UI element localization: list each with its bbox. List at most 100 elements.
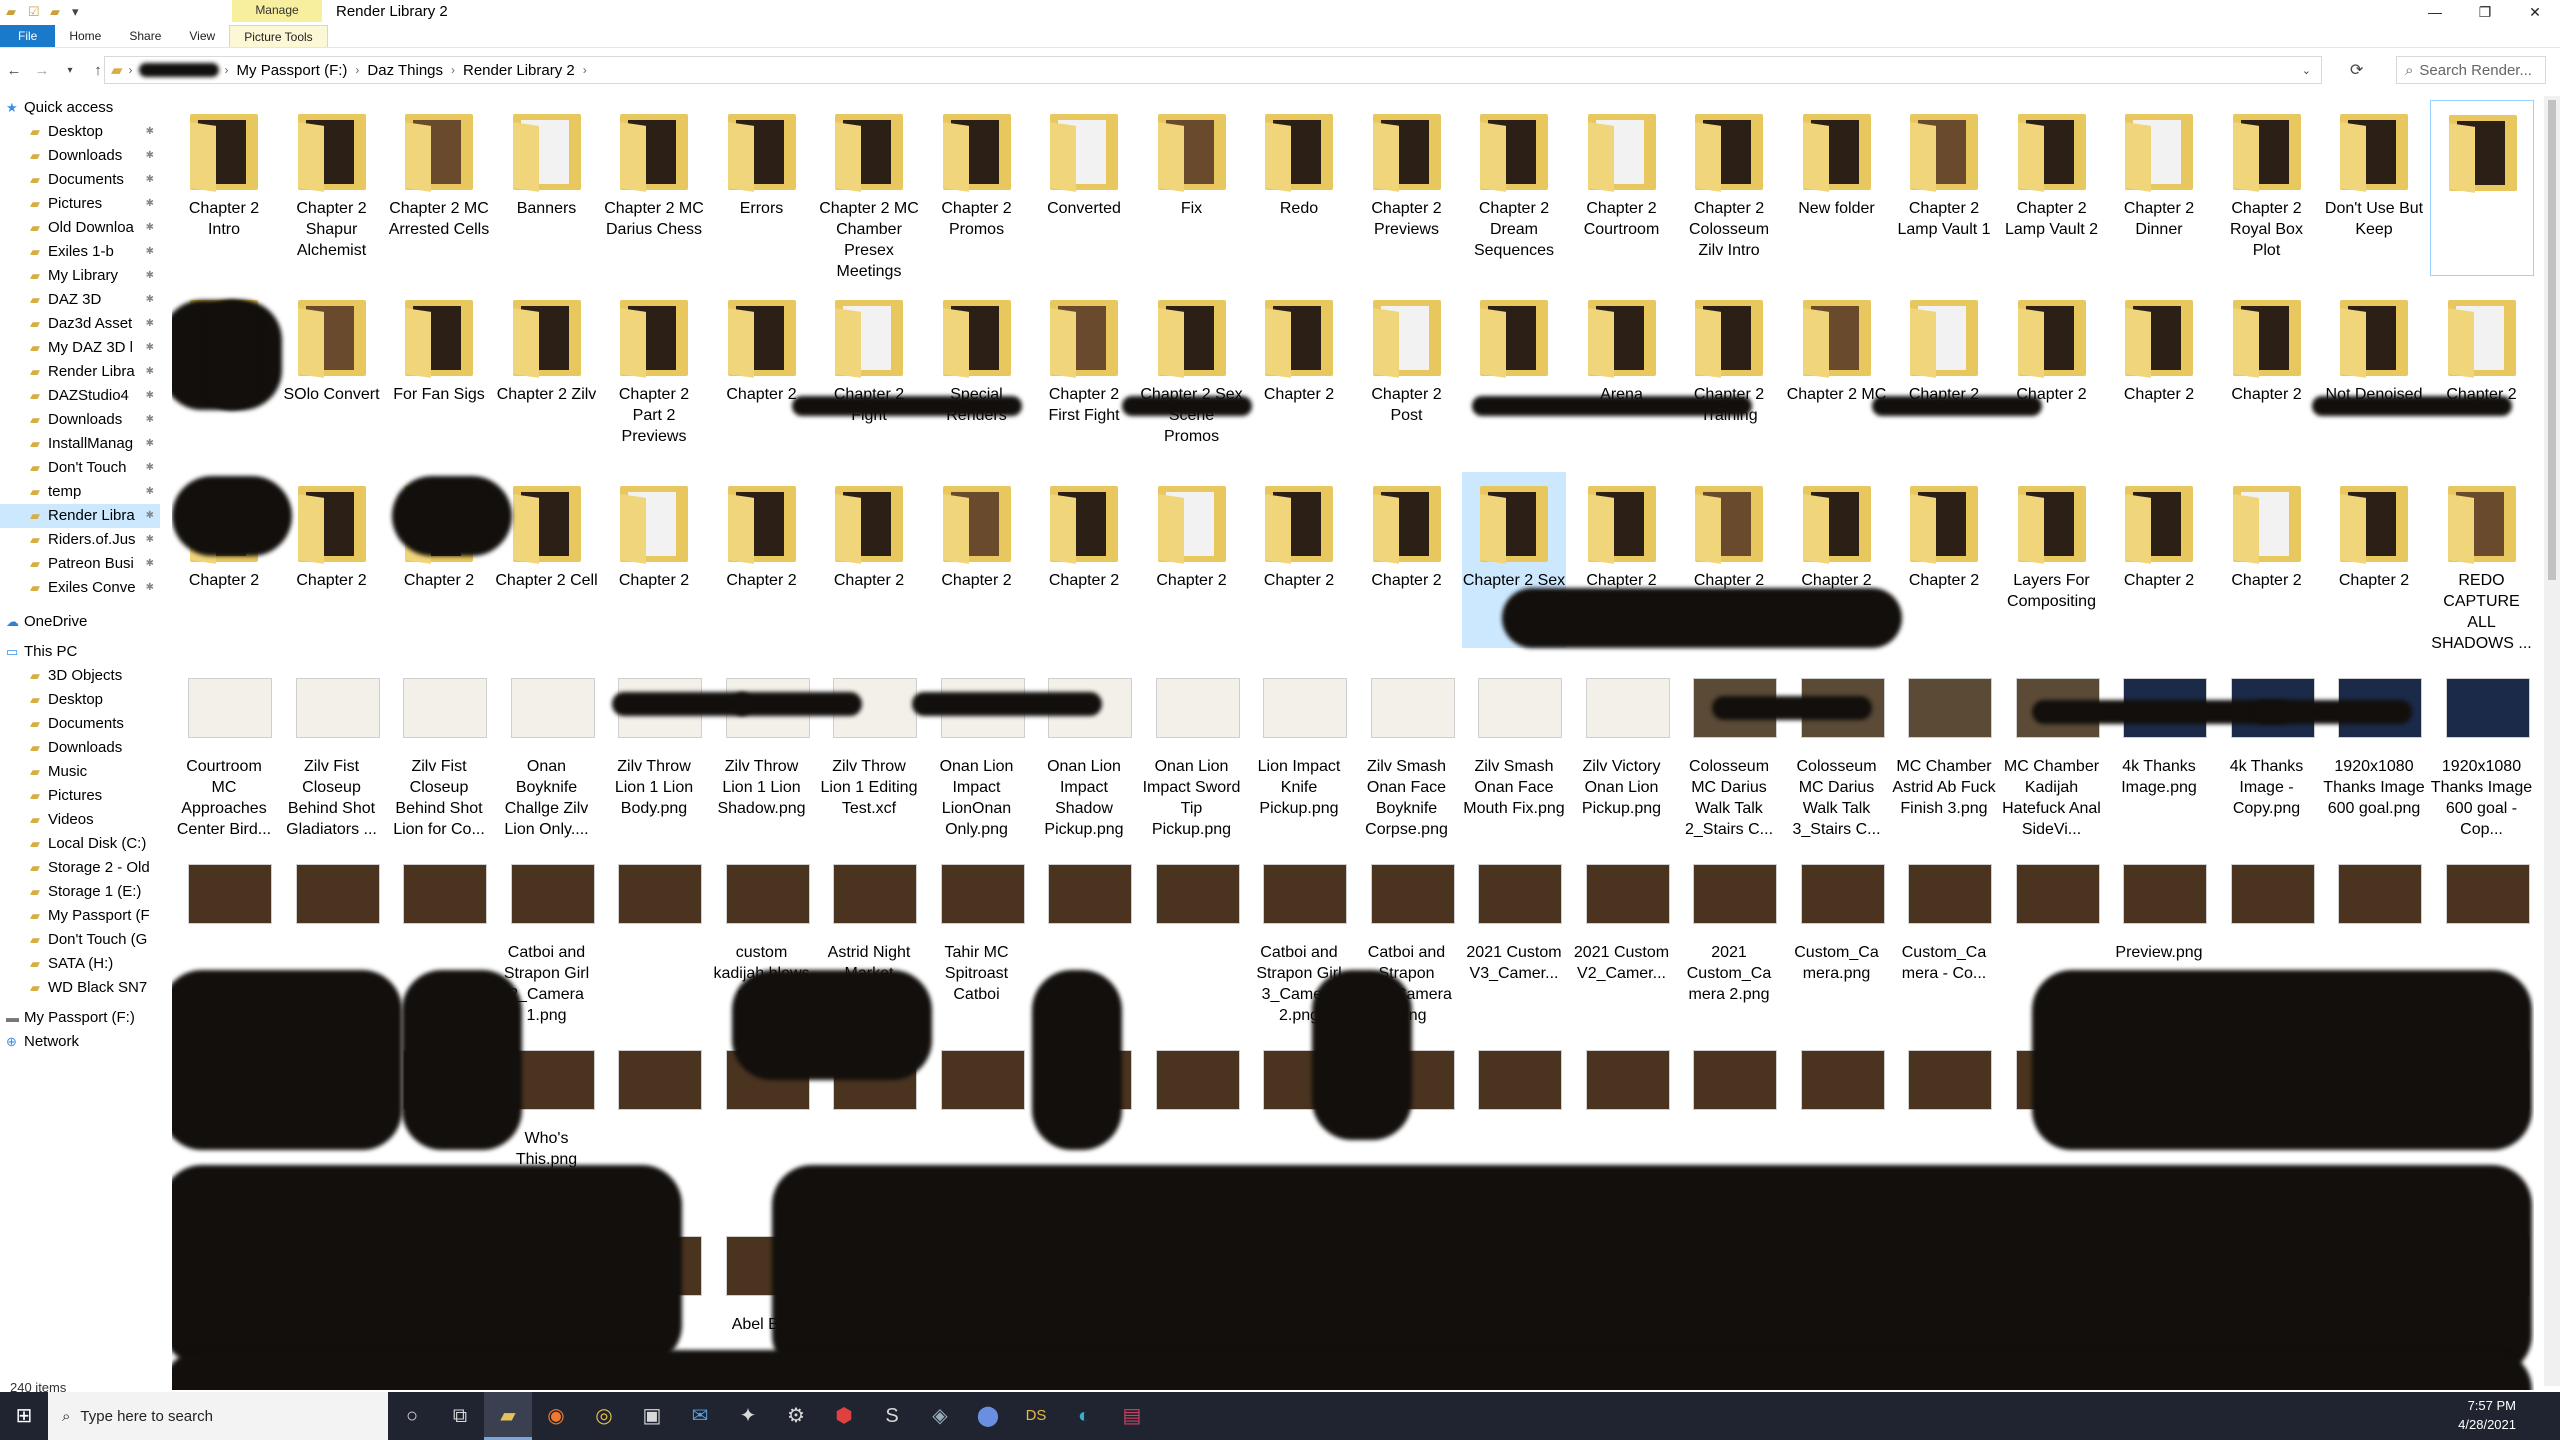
folder-item[interactable]: Chapter 2 Post	[1355, 286, 1459, 462]
nav-item[interactable]: ▰ Pictures ✱	[0, 192, 160, 216]
folder-item[interactable]: Chapter 2 MC Darius Chess	[602, 100, 706, 276]
file-item[interactable]: 1920x1080 Thanks Image 600 goal.png	[2322, 658, 2426, 834]
file-item[interactable]: Onan Lion Impact LionOnan Only.png	[925, 658, 1029, 838]
folder-item[interactable]: Chapter 2 Royal Box Plot	[2215, 100, 2319, 276]
folder-item[interactable]: Redo	[1247, 100, 1351, 276]
file-item[interactable]: Colosseum MC Darius Walk Talk 2_Stairs C…	[1677, 658, 1781, 838]
nav-item[interactable]: ▰ Don't Touch ✱	[0, 456, 160, 480]
tab-home[interactable]: Home	[55, 25, 115, 47]
mail-icon[interactable]: ✉	[676, 1392, 724, 1440]
folder-item[interactable]: Chapter 2 Colosseum Zilv Intro	[1677, 100, 1781, 276]
nav-this-pc[interactable]: ▭ This PC	[0, 640, 160, 664]
file-item[interactable]: Lion Impact Knife Pickup.png	[1247, 658, 1351, 834]
address-dropdown-icon[interactable]: ⌄	[2302, 64, 2311, 77]
file-item[interactable]: Zilv Throw Lion 1 Editing Test.xcf	[817, 658, 921, 834]
folder-item[interactable]: Chapter 2	[1892, 472, 1996, 648]
nav-item[interactable]: ▰ Desktop	[0, 688, 160, 712]
nav-item[interactable]: ▰ Downloads ✱	[0, 144, 160, 168]
folder-item[interactable]: Chapter 2	[2430, 286, 2534, 462]
nav-item[interactable]: ▰ My Passport (F	[0, 904, 160, 928]
file-item[interactable]	[602, 844, 706, 1020]
file-item[interactable]: Tahir MC Spitroast Catboi	[925, 844, 1029, 1020]
nav-item[interactable]: ▰ Documents	[0, 712, 160, 736]
file-item[interactable]: 2021 Custom_Ca mera 2.png	[1677, 844, 1781, 1020]
folder-item[interactable]: Chapter 2	[280, 472, 384, 648]
folder-item[interactable]: Chapter 2	[2107, 286, 2211, 462]
file-item[interactable]: MC Chamber Astrid Ab Fuck Finish 3.png	[1892, 658, 1996, 834]
folder-item[interactable]: Chapter 2	[2322, 472, 2426, 648]
folder-item[interactable]: Chapter 2 Sex Scene Promos	[1140, 286, 1244, 462]
chrome-icon[interactable]: ◎	[580, 1392, 628, 1440]
file-item[interactable]: 2021 Custom V2_Camer...	[1570, 844, 1674, 1020]
breadcrumb-drive[interactable]: My Passport (F:)	[229, 62, 356, 79]
folder-item[interactable]: Chapter 2	[710, 286, 814, 462]
nav-item[interactable]: ▰ Exiles Conve ✱	[0, 576, 160, 600]
file-item[interactable]: 4k Thanks Image - Copy.png	[2215, 658, 2319, 834]
file-item[interactable]: Onan Lion Impact Sword Tip Pickup.png	[1140, 658, 1244, 838]
folder-item[interactable]: Chapter 2	[1355, 472, 1459, 648]
close-button[interactable]: ✕	[2512, 0, 2558, 24]
nav-item[interactable]: ▰ WD Black SN7	[0, 976, 160, 1000]
nav-item[interactable]: ▰ Daz3d Asset ✱	[0, 312, 160, 336]
folder-item[interactable]: Layers For Compositing	[2000, 472, 2104, 648]
manage-contextual-tab[interactable]: Manage	[232, 0, 322, 22]
file-item[interactable]: 1920x1080 Thanks Image 600 goal - Cop...	[2430, 658, 2534, 838]
nav-item[interactable]: ▰ Storage 2 - Old	[0, 856, 160, 880]
nav-my-passport[interactable]: ▬ My Passport (F:)	[0, 1006, 160, 1030]
folder-item[interactable]: Chapter 2 Zilv	[495, 286, 599, 462]
app-icon[interactable]: ⬢	[820, 1392, 868, 1440]
folder-item[interactable]: Chapter 2 Lamp Vault 1	[1892, 100, 1996, 276]
file-item[interactable]: Zilv Fist Closeup Behind Shot Gladiators…	[280, 658, 384, 838]
folder-item[interactable]: Banners	[495, 100, 599, 276]
nav-item[interactable]: ▰ Don't Touch (G	[0, 928, 160, 952]
app-icon[interactable]: ✦	[724, 1392, 772, 1440]
new-folder-icon[interactable]: ▰	[50, 4, 66, 20]
customize-qa-icon[interactable]: ▾	[72, 4, 88, 20]
file-item[interactable]: Zilv Smash Onan Face Boyknife Corpse.png	[1355, 658, 1459, 838]
breadcrumb-render-library[interactable]: Render Library 2	[455, 62, 583, 79]
folder-item[interactable]: Chapter 2	[2107, 472, 2211, 648]
folder-item[interactable]: Converted	[1032, 100, 1136, 276]
breadcrumb-daz-things[interactable]: Daz Things	[359, 62, 451, 79]
maximize-button[interactable]: ❐	[2462, 0, 2508, 24]
nav-item[interactable]: ▰ Patreon Busi ✱	[0, 552, 160, 576]
folder-item[interactable]: Chapter 2 MC	[1785, 286, 1889, 462]
nav-item[interactable]: ▰ Downloads ✱	[0, 408, 160, 432]
nav-item[interactable]: ▰ DAZ 3D ✱	[0, 288, 160, 312]
nav-item[interactable]: ▰ Storage 1 (E:)	[0, 880, 160, 904]
nav-item[interactable]: ▰ Old Downloa ✱	[0, 216, 160, 240]
file-item[interactable]: Zilv Fist Closeup Behind Shot Lion for C…	[387, 658, 491, 838]
folder-item[interactable]: Chapter 2 MC Arrested Cells	[387, 100, 491, 276]
tab-view[interactable]: View	[175, 25, 229, 47]
app-icon[interactable]: S	[868, 1392, 916, 1440]
folder-item[interactable]: Special Renders	[925, 286, 1029, 462]
tab-file[interactable]: File	[0, 25, 56, 47]
folder-item[interactable]: Chapter 2	[817, 472, 921, 648]
minimize-button[interactable]: —	[2412, 0, 2458, 24]
address-bar[interactable]: ▰ › › My Passport (F:) › Daz Things › Re…	[104, 56, 2322, 84]
nav-item[interactable]: ▰ Desktop ✱	[0, 120, 160, 144]
file-item[interactable]: Colosseum MC Darius Walk Talk 3_Stairs C…	[1785, 658, 1889, 838]
nav-item[interactable]: ▰ My Library ✱	[0, 264, 160, 288]
nav-item[interactable]: ▰ temp ✱	[0, 480, 160, 504]
refresh-icon[interactable]: ⟳	[2350, 60, 2363, 80]
forward-icon[interactable]: →	[28, 62, 56, 79]
steam-icon[interactable]: ◈	[916, 1392, 964, 1440]
recent-locations-icon[interactable]: ▾	[56, 65, 84, 76]
folder-item[interactable]: Chapter 2 Intro	[172, 100, 276, 276]
folder-item[interactable]: Chapter 2	[2215, 286, 2319, 462]
folder-item[interactable]: Arena	[1570, 286, 1674, 462]
back-icon[interactable]: ←	[0, 62, 28, 79]
file-item[interactable]: Zilv Victory Onan Lion Pickup.png	[1570, 658, 1674, 834]
folder-item[interactable]: Chapter 2 Part 2 Previews	[602, 286, 706, 462]
folder-item[interactable]: Chapter 2	[925, 472, 1029, 648]
folder-item[interactable]: New folder	[1785, 100, 1889, 276]
file-item[interactable]: Onan Boyknife Challge Zilv Lion Only....	[495, 658, 599, 838]
windows-start-icon[interactable]: ⊞	[0, 1392, 48, 1440]
folder-item[interactable]: Don't Use But Keep	[2322, 100, 2426, 276]
folder-item[interactable]: Chapter 2 Promos	[925, 100, 1029, 276]
nav-item[interactable]: ▰ Riders.of.Jus ✱	[0, 528, 160, 552]
folder-item[interactable]: Chapter 2 Shapur Alchemist	[280, 100, 384, 276]
app-icon[interactable]: ▤	[1108, 1392, 1156, 1440]
folder-item[interactable]: Fix	[1140, 100, 1244, 276]
